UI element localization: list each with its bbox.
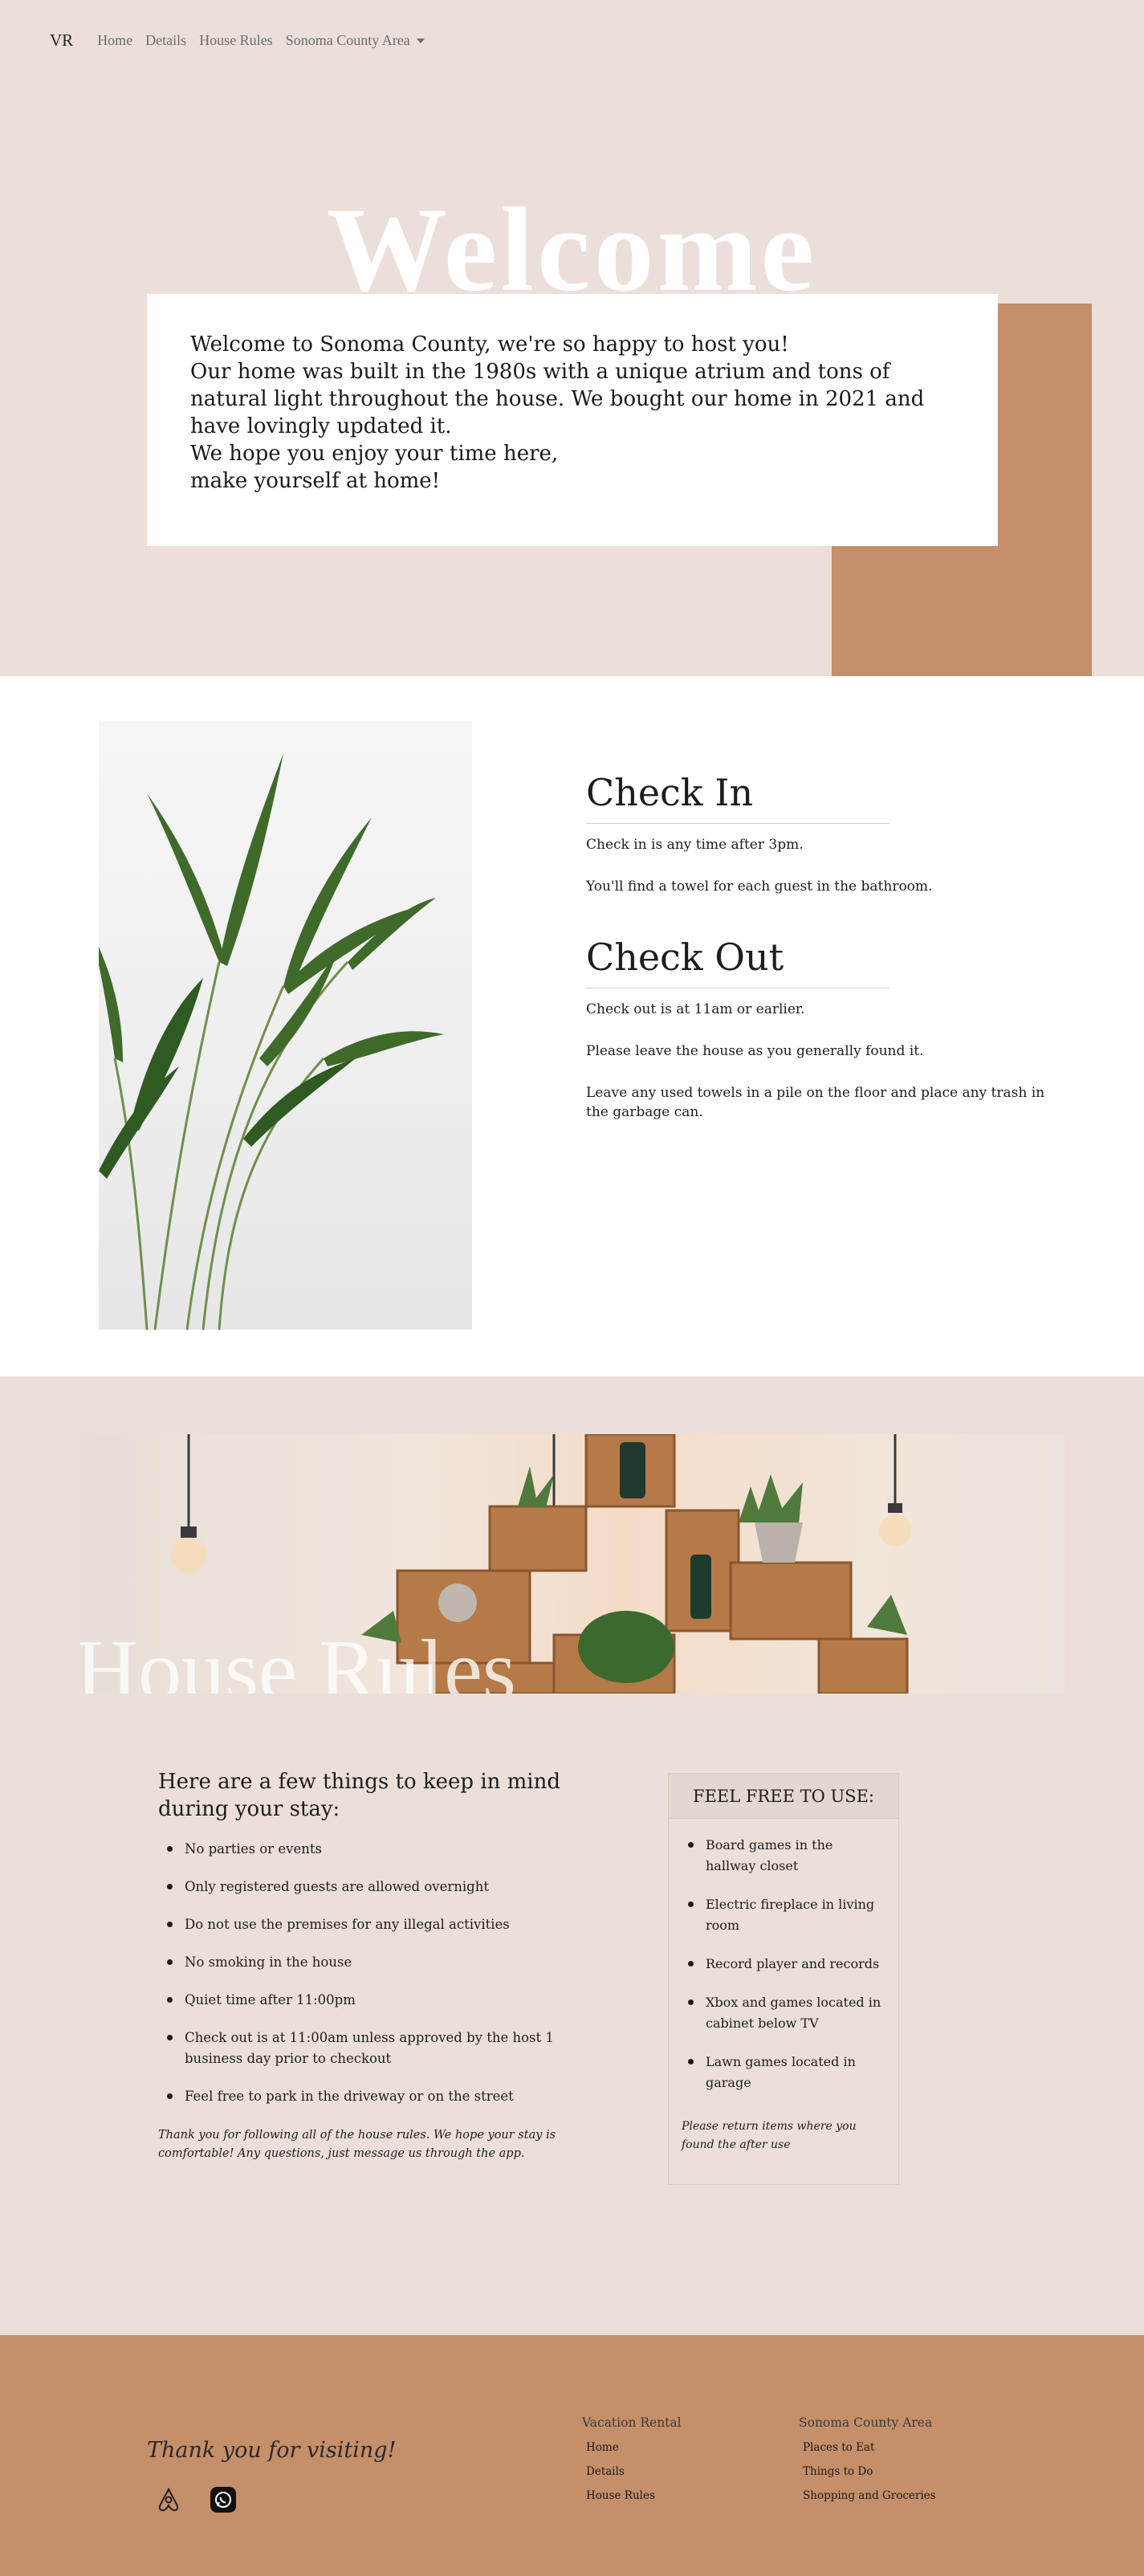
footer-link-house-rules[interactable]: House Rules [582,2489,682,2502]
welcome-line: Our home was built in the 1980s with a u… [190,360,925,438]
check-in-title: Check In [586,771,754,814]
footer: Thank you for visiting! Vacation Rental … [0,2335,1144,2576]
footer-col-title: Vacation Rental [582,2415,682,2430]
list-item: Feel free to park in the driveway or on … [158,2086,576,2107]
nav-dropdown-label: Sonoma County Area [285,31,410,48]
nav-link-house-rules[interactable]: House Rules [199,32,273,49]
welcome-line: Welcome to Sonoma County, we're so happy… [190,332,789,357]
plant-image [99,721,472,1330]
free-to-use-card: FEEL FREE TO USE: Board games in the hal… [668,1773,899,2185]
footer-link-things-to-do[interactable]: Things to Do [799,2465,936,2478]
check-in-text: Check in is any time after 3pm. [586,836,804,853]
nav-link-home[interactable]: Home [97,32,132,49]
welcome-line: We hope you enjoy your time here, [190,442,559,466]
footer-col-sonoma-county-area: Sonoma County Area Places to Eat Things … [799,2415,936,2513]
rules-list: No parties or events Only registered gue… [158,1839,576,2107]
brand-logo[interactable]: VR [50,31,73,51]
footer-col-title: Sonoma County Area [799,2415,933,2430]
check-out-block: Check Out Check out is at 11am or earlie… [586,937,1068,1144]
rules-list-block: Here are a few things to keep in mind du… [158,1768,576,2163]
hero-section: Welcome Welcome to Sonoma County, we're … [0,0,1144,676]
check-in-text: You'll find a towel for each guest in th… [586,878,933,895]
list-item: Xbox and games located in cabinet below … [682,1992,884,2034]
footer-col-vacation-rental: Vacation Rental Home Details House Rules [582,2415,682,2513]
rules-note: Thank you for following all of the house… [158,2129,556,2160]
list-item: Record player and records [682,1954,884,1975]
hero-title: Welcome [326,183,818,316]
check-out-text: Leave any used towels in a pile on the f… [586,1084,1045,1120]
top-navbar: VR Home Details House Rules Sonoma Count… [0,0,1144,80]
social-links [153,2484,238,2515]
footer-link-places-to-eat[interactable]: Places to Eat [799,2441,936,2454]
list-item: No smoking in the house [158,1952,576,1973]
check-section: Check In Check in is any time after 3pm.… [0,676,1144,1376]
house-rules-banner-image: House Rules [80,1434,1065,1694]
nav-link-details[interactable]: Details [145,32,186,49]
list-item: Board games in the hallway closet [682,1835,884,1877]
free-to-use-list: Board games in the hallway closet Electr… [669,1819,898,2093]
welcome-card: Welcome to Sonoma County, we're so happy… [147,294,998,546]
check-out-text: Please leave the house as you generally … [586,1042,924,1059]
free-to-use-note: Please return items where you found the … [682,2120,857,2151]
list-item: Check out is at 11:00am unless approved … [158,2028,576,2069]
rules-heading: Here are a few things to keep in mind du… [158,1770,561,1821]
nav-dropdown-sonoma-county-area[interactable]: Sonoma County Area [286,32,425,49]
divider [586,822,890,824]
airbnb-icon[interactable] [153,2484,184,2515]
check-out-text: Check out is at 11am or earlier. [586,1001,805,1017]
footer-link-home[interactable]: Home [582,2441,682,2454]
footer-link-details[interactable]: Details [582,2465,682,2478]
list-item: Lawn games located in garage [682,2052,884,2093]
chevron-down-icon [416,39,425,44]
welcome-line: make yourself at home! [190,469,441,493]
list-item: No parties or events [158,1839,576,1860]
list-item: Quiet time after 11:00pm [158,1990,576,2011]
free-to-use-title: FEEL FREE TO USE: [669,1774,898,1819]
house-rules-title: House Rules [80,1623,516,1694]
house-rules-section: House Rules Here are a few things to kee… [0,1376,1144,2335]
list-item: Only registered guests are allowed overn… [158,1877,576,1897]
check-in-block: Check In Check in is any time after 3pm.… [586,772,1068,919]
check-out-title: Check Out [586,935,784,979]
list-item: Do not use the premises for any illegal … [158,1914,576,1935]
whatsapp-icon[interactable] [208,2484,238,2515]
footer-link-shopping[interactable]: Shopping and Groceries [799,2489,936,2502]
footer-thanks: Thank you for visiting! [147,2438,397,2463]
list-item: Electric fireplace in living room [682,1894,884,1936]
